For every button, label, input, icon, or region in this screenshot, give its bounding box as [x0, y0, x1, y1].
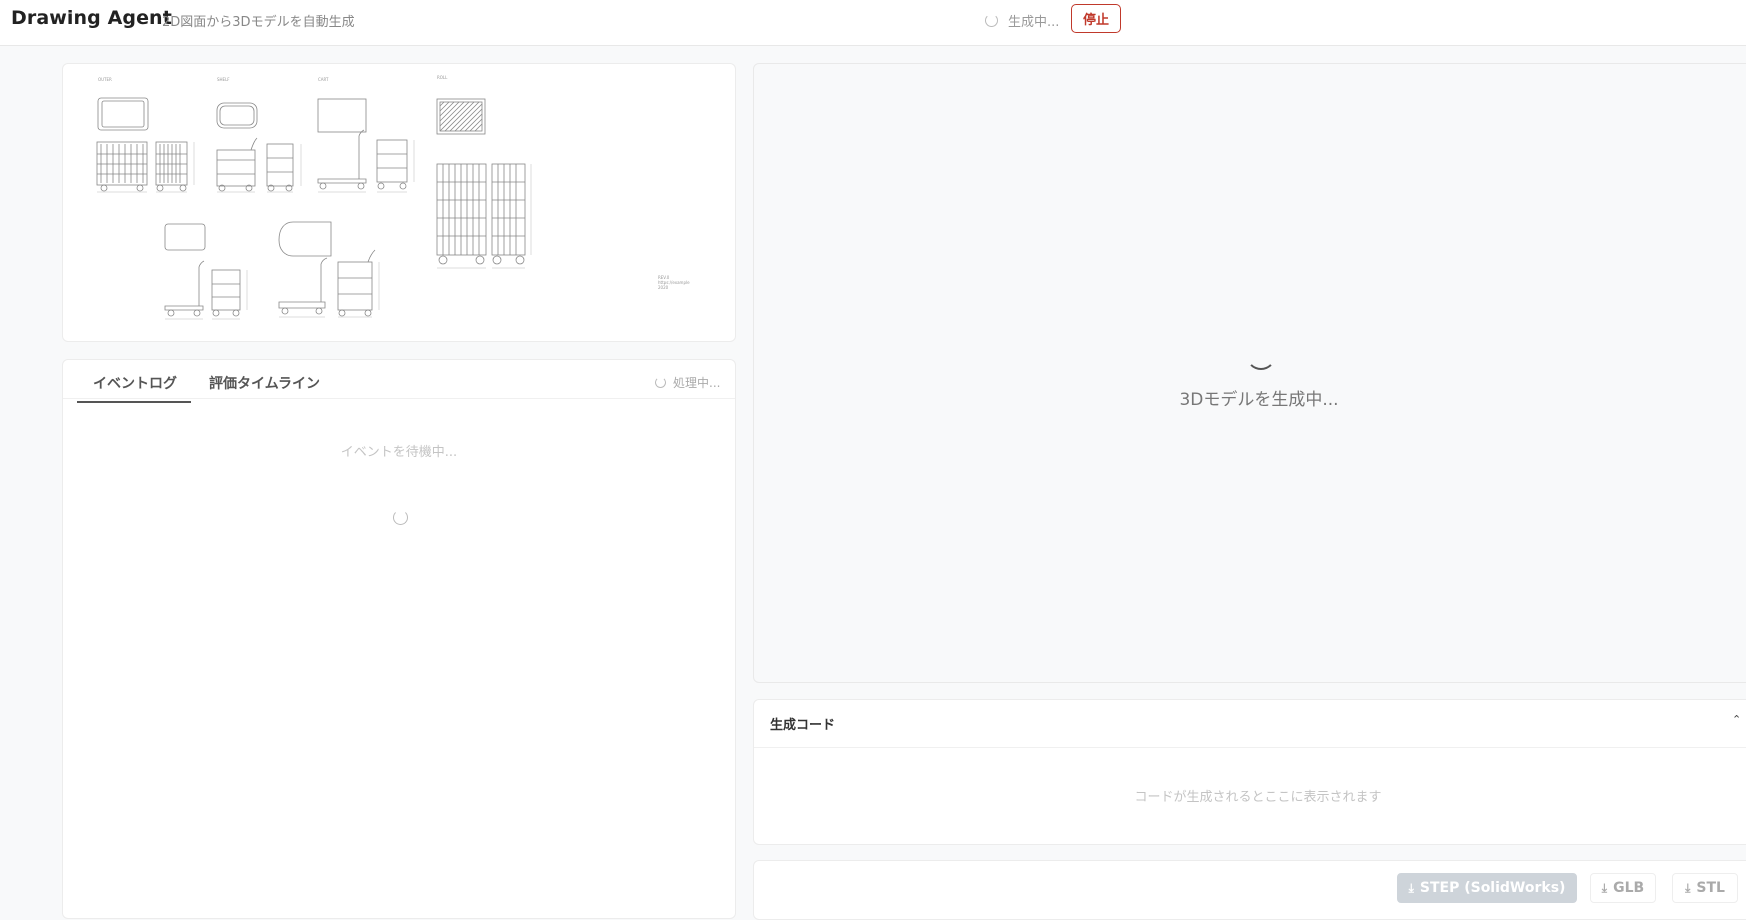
app-subtitle: 2D図面から3Dモデルを自動生成	[162, 15, 355, 30]
download-step-button[interactable]: ⤓ STEP (SolidWorks)	[1397, 873, 1577, 903]
download-bar: ⤓ STEP (SolidWorks) ⤓ GLB ⤓ STL	[753, 860, 1746, 920]
download-glb-button[interactable]: ⤓ GLB	[1590, 873, 1656, 903]
loading-spinner-icon	[655, 377, 666, 388]
drawing-view-label-3: CART	[318, 77, 329, 82]
download-stl-button[interactable]: ⤓ STL	[1672, 873, 1738, 903]
download-icon: ⤓	[1685, 880, 1691, 895]
download-glb-label: GLB	[1613, 880, 1645, 896]
download-icon: ⤓	[1408, 880, 1414, 895]
stop-button[interactable]: 停止	[1071, 4, 1121, 33]
log-processing-status: 処理中...	[655, 374, 720, 391]
drawing-preview-card: OUTER SHELF CART ROLL REV.0 https://exam…	[62, 63, 736, 342]
download-step-label: STEP (SolidWorks)	[1419, 880, 1566, 896]
drawing-view-label-2: SHELF	[217, 77, 230, 82]
app-title: Drawing Agent	[11, 7, 172, 29]
log-loading-spinner-icon	[393, 510, 408, 525]
download-icon: ⤓	[1601, 880, 1608, 895]
loading-spinner-icon	[985, 14, 998, 27]
viewer-status-text: 3Dモデルを生成中...	[1179, 390, 1339, 410]
code-empty-text: コードが生成されるとここに表示されます	[1134, 790, 1382, 805]
model-viewer[interactable]	[753, 63, 1746, 683]
drawing-note-line-3: 2020	[658, 285, 669, 290]
drawing-view-label-4: ROLL	[437, 75, 448, 80]
generated-code-card: 生成コード ⌃ コードが生成されるとここに表示されます	[753, 699, 1746, 845]
generation-status-text: 生成中...	[1008, 15, 1060, 30]
generation-status: 生成中...	[985, 11, 1059, 30]
code-divider	[754, 747, 1746, 748]
drawing-image: OUTER SHELF CART ROLL REV.0 https://exam…	[96, 75, 690, 320]
event-log-card: イベントログ 評価タイムライン 処理中... イベントを待機中...	[62, 359, 736, 919]
log-empty-text: イベントを待機中...	[340, 445, 458, 460]
drawing-view-label-1: OUTER	[98, 77, 112, 82]
chevron-up-icon[interactable]: ⌃	[1732, 713, 1741, 726]
code-panel-title[interactable]: 生成コード	[770, 714, 835, 733]
download-stl-label: STL	[1696, 880, 1725, 896]
log-divider	[63, 398, 735, 399]
viewer-loading-spinner-icon	[1246, 340, 1276, 370]
app-header: Drawing Agent 2D図面から3Dモデルを自動生成 生成中... 停止	[0, 0, 1746, 46]
log-status-text: 処理中...	[673, 376, 721, 390]
